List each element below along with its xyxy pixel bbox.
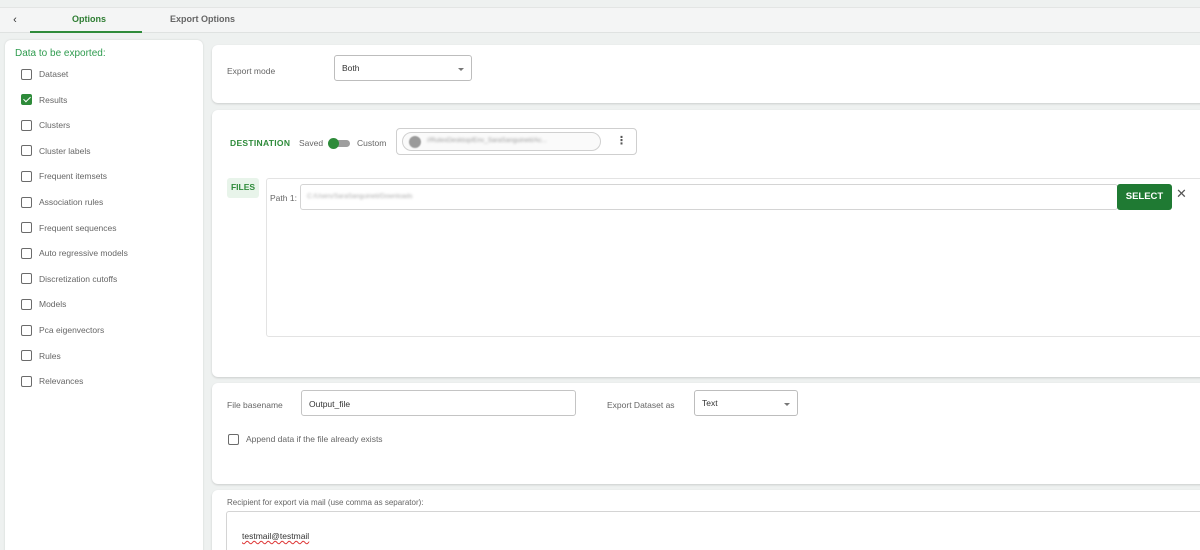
export-item-dataset[interactable]: Dataset	[21, 68, 68, 80]
checkbox-label: Relevances	[39, 376, 84, 387]
checkbox[interactable]	[21, 68, 32, 80]
export-item-relevances[interactable]: Relevances	[21, 375, 83, 387]
saved-destination-path: //RulexDesktop/Env_SaraSanguineti/Ac...	[427, 137, 547, 144]
file-basename-value: Output_file	[309, 399, 351, 409]
checkbox-label: Results	[39, 94, 68, 105]
select-button[interactable]: SELECT	[1117, 184, 1172, 210]
path-input[interactable]: C:/Users/SaraSanguineti/Downloads	[300, 184, 1118, 210]
tab-options[interactable]: Options	[72, 14, 106, 24]
files-title: FILES	[227, 178, 259, 198]
checkbox-label: Frequent itemsets	[39, 171, 108, 182]
export-item-models[interactable]: Models	[21, 298, 66, 310]
custom-label: Custom	[357, 138, 387, 148]
path-value: C:/Users/SaraSanguineti/Downloads	[307, 193, 413, 200]
append-data-checkbox[interactable]	[228, 433, 239, 445]
tab-bar: ‹ Options Export Options	[0, 7, 1200, 33]
saved-destination-box: //RulexDesktop/Env_SaraSanguineti/Ac... …	[396, 128, 637, 155]
destination-icon	[409, 136, 421, 148]
append-data-checkbox-row[interactable]: Append data if the file already exists	[228, 433, 383, 445]
file-basename-input[interactable]: Output_file	[301, 390, 576, 416]
path-label: Path 1:	[270, 193, 297, 203]
checkbox-label: Frequent sequences	[39, 222, 117, 233]
active-tab-indicator	[30, 31, 142, 33]
checkbox[interactable]	[21, 375, 32, 387]
remove-path-button[interactable]: ✕	[1176, 186, 1187, 202]
export-dataset-as-value: Text	[702, 398, 718, 408]
back-button[interactable]: ‹	[7, 12, 23, 28]
file-basename-label: File basename	[227, 400, 283, 410]
kebab-menu-icon: ⋮	[616, 135, 627, 147]
checkbox[interactable]	[21, 247, 32, 259]
saved-custom-toggle[interactable]	[328, 138, 350, 149]
destination-title: DESTINATION	[230, 138, 291, 148]
export-item-frequent-itemsets[interactable]: Frequent itemsets	[21, 170, 107, 182]
chevron-down-icon	[458, 68, 464, 71]
checkbox-label: Clusters	[39, 120, 71, 131]
checkbox[interactable]	[21, 222, 32, 234]
checkbox-label: Pca eigenvectors	[39, 325, 105, 335]
checkbox[interactable]	[21, 170, 32, 182]
mail-recipient-value: testmail@testmail	[242, 531, 310, 541]
checkbox-label: Discretization cutoffs	[39, 273, 118, 284]
checkbox-label: Models	[39, 299, 67, 310]
saved-destination-chip[interactable]: //RulexDesktop/Env_SaraSanguineti/Ac...	[402, 132, 601, 151]
chevron-down-icon	[784, 403, 790, 406]
checkbox[interactable]	[21, 196, 32, 208]
export-item-frequent-sequences[interactable]: Frequent sequences	[21, 222, 117, 234]
export-data-panel	[5, 40, 203, 550]
checkbox[interactable]	[21, 145, 32, 157]
checkbox-label: Dataset	[39, 69, 69, 79]
toggle-knob	[328, 138, 339, 149]
export-item-pca-eigenvectors[interactable]: Pca eigenvectors	[21, 324, 104, 336]
mail-recipient-input[interactable]: testmail@testmail	[226, 511, 1200, 550]
checkbox[interactable]	[21, 119, 32, 131]
export-dataset-as-select[interactable]: Text	[694, 390, 798, 416]
export-dataset-as-label: Export Dataset as	[607, 400, 675, 410]
export-mode-select[interactable]: Both	[334, 55, 472, 81]
mail-recipient-label: Recipient for export via mail (use comma…	[227, 498, 424, 507]
export-item-association-rules[interactable]: Association rules	[21, 196, 103, 208]
more-options-button[interactable]: ⋮	[616, 134, 627, 149]
close-icon: ✕	[1176, 186, 1187, 201]
export-mode-value: Both	[342, 63, 360, 73]
export-item-cluster-labels[interactable]: Cluster labels	[21, 145, 91, 157]
export-item-results[interactable]: Results	[21, 94, 67, 106]
export-item-clusters[interactable]: Clusters	[21, 119, 70, 131]
checkbox-label: Rules	[39, 350, 61, 361]
tab-export-options[interactable]: Export Options	[170, 14, 235, 24]
checkbox-label: Cluster labels	[39, 145, 91, 156]
checkbox[interactable]	[21, 273, 32, 285]
data-to-export-title: Data to be exported:	[15, 48, 106, 59]
checkbox[interactable]	[21, 350, 32, 362]
checkbox-label: Auto regressive models	[39, 248, 128, 259]
export-mode-label: Export mode	[227, 66, 276, 76]
checkbox[interactable]	[21, 94, 32, 106]
export-item-rules[interactable]: Rules	[21, 350, 61, 362]
append-data-label: Append data if the file already exists	[246, 434, 383, 444]
export-item-discretization-cutoffs[interactable]: Discretization cutoffs	[21, 273, 117, 285]
saved-label: Saved	[299, 138, 324, 148]
export-item-auto-regressive-models[interactable]: Auto regressive models	[21, 247, 128, 259]
chevron-left-icon: ‹	[13, 14, 17, 26]
checkbox-label: Association rules	[39, 197, 104, 207]
checkbox[interactable]	[21, 324, 32, 336]
checkbox[interactable]	[21, 298, 32, 310]
